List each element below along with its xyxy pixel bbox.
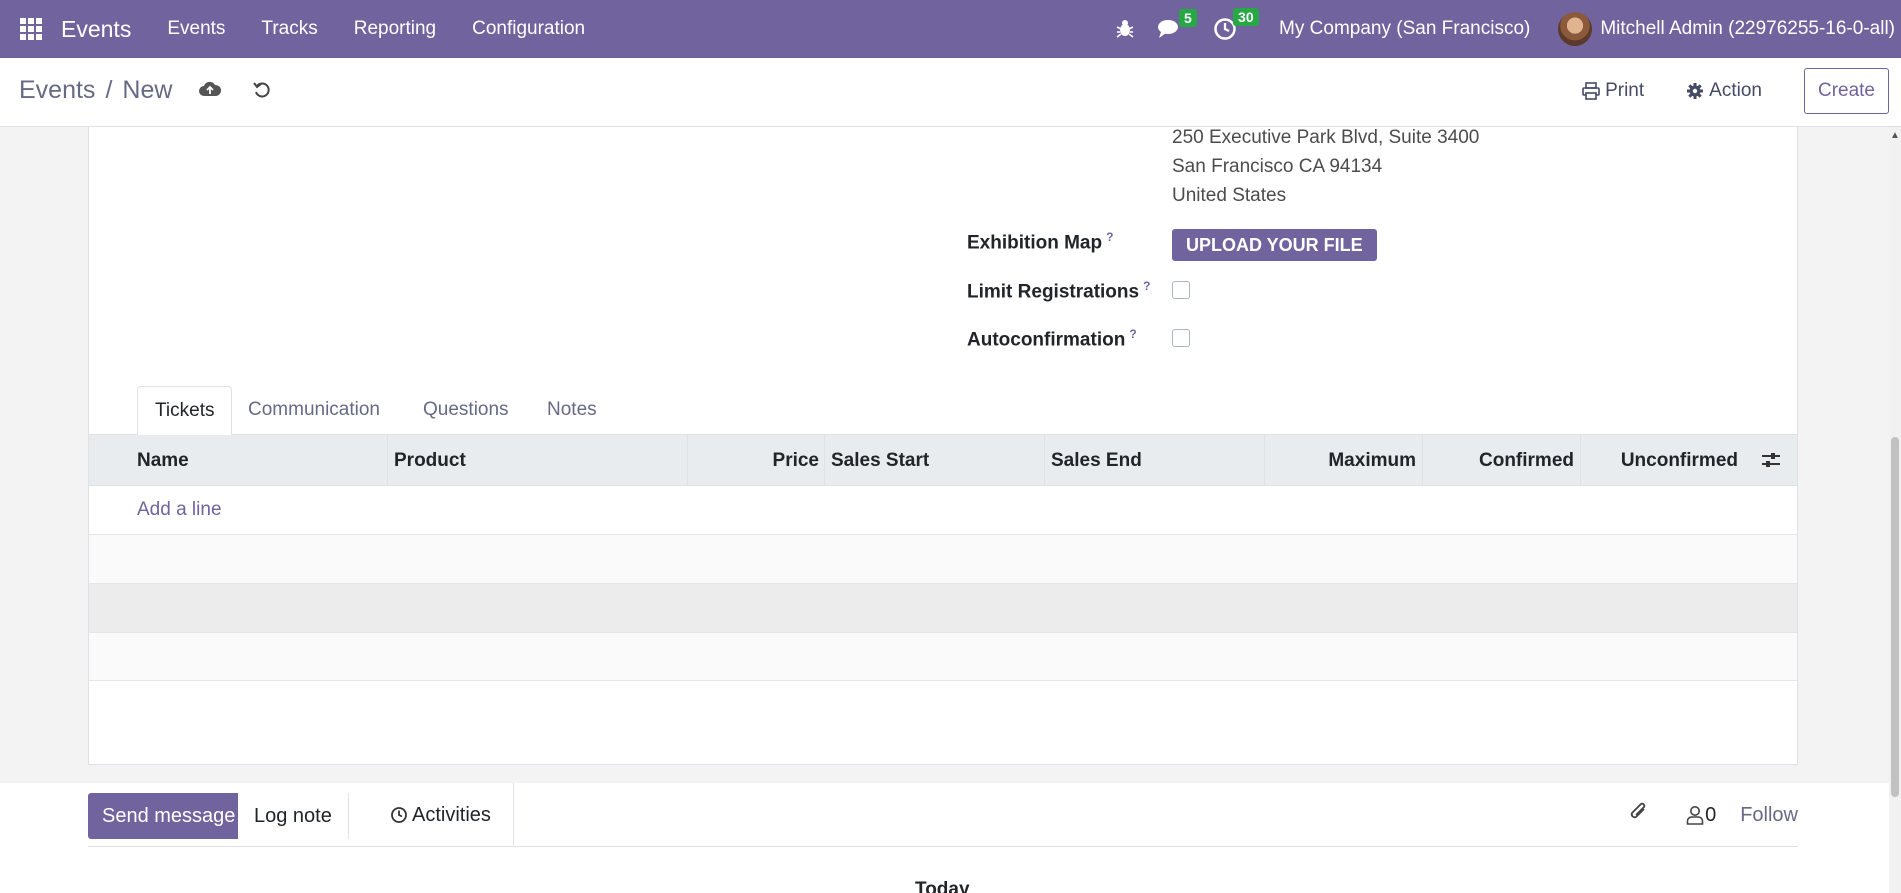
send-message-button[interactable]: Send message (88, 793, 250, 839)
table-row-add-line: Add a line (89, 487, 1797, 535)
column-sales-end[interactable]: Sales End (1044, 435, 1264, 486)
user-icon (1686, 806, 1704, 825)
tickets-table-header: Name Product Price Sales Start Sales End… (89, 435, 1797, 486)
scrollbar-thumb[interactable] (1891, 437, 1899, 797)
page-scrollbar[interactable]: ▲ (1889, 127, 1901, 893)
messages-count-badge: 5 (1179, 9, 1197, 27)
column-confirmed[interactable]: Confirmed (1422, 435, 1580, 486)
address-line-3: United States (1172, 185, 1287, 206)
activities-count-badge: 30 (1233, 8, 1259, 26)
table-row-empty (89, 584, 1797, 633)
chatter-topbar: Send message Log note Activities 0 Follo… (88, 783, 1798, 847)
help-tooltip-icon[interactable]: ? (1129, 327, 1136, 341)
log-note-button[interactable]: Log note (238, 793, 349, 839)
menu-reporting[interactable]: Reporting (354, 18, 436, 40)
top-navbar: Events Events Tracks Reporting Configura… (0, 0, 1901, 58)
breadcrumb-current: New (122, 76, 173, 104)
breadcrumb-separator: / (105, 76, 113, 104)
action-button[interactable]: Action (1686, 80, 1762, 102)
menu-configuration[interactable]: Configuration (472, 18, 585, 40)
address-line-2: San Francisco CA 94134 (1172, 156, 1383, 177)
breadcrumb: Events / New (19, 76, 172, 105)
optional-columns-toggle-icon[interactable] (1761, 451, 1781, 475)
limit-registrations-checkbox[interactable] (1172, 281, 1190, 299)
help-tooltip-icon[interactable]: ? (1106, 230, 1113, 244)
activities-button[interactable]: Activities (368, 783, 514, 847)
chatter: Send message Log note Activities 0 Follo… (0, 783, 1901, 893)
tab-tickets[interactable]: Tickets (137, 386, 233, 436)
tab-questions[interactable]: Questions (406, 386, 526, 435)
column-name[interactable]: Name (137, 435, 377, 486)
navbar-systray: 5 30 My Company (San Francisco) Mitchell… (1115, 0, 1901, 58)
notebook-tabs: Tickets Communication Questions Notes (89, 386, 1797, 436)
column-sales-start[interactable]: Sales Start (824, 435, 1044, 486)
scroll-up-arrow-icon[interactable]: ▲ (1890, 130, 1900, 141)
followers-button[interactable]: 0 (1686, 804, 1716, 827)
save-cloud-icon[interactable] (199, 80, 222, 104)
user-avatar[interactable] (1558, 12, 1593, 46)
app-menu-grid-icon[interactable] (20, 18, 42, 40)
discard-undo-icon[interactable] (253, 81, 271, 105)
column-maximum[interactable]: Maximum (1264, 435, 1422, 486)
menu-events[interactable]: Events (167, 18, 225, 40)
autoconfirmation-checkbox[interactable] (1172, 329, 1190, 347)
print-button[interactable]: Print (1582, 80, 1644, 102)
upload-file-button[interactable]: UPLOAD YOUR FILE (1172, 229, 1377, 261)
activities-clock-icon[interactable]: 30 (1213, 8, 1259, 41)
action-label: Action (1709, 80, 1762, 101)
activities-label: Activities (412, 803, 491, 826)
menu-tracks[interactable]: Tracks (261, 18, 317, 40)
column-price[interactable]: Price (687, 435, 824, 486)
chatter-right-tools: 0 Follow (1628, 783, 1798, 847)
print-icon (1582, 82, 1600, 100)
company-switcher[interactable]: My Company (San Francisco) (1279, 18, 1530, 40)
follow-button[interactable]: Follow (1740, 804, 1798, 827)
tab-notes[interactable]: Notes (530, 386, 614, 435)
breadcrumb-events-link[interactable]: Events (19, 76, 95, 105)
control-panel: Events / New Print Action Create (0, 58, 1901, 127)
debug-bug-icon[interactable] (1115, 19, 1135, 39)
gear-icon (1687, 83, 1704, 99)
print-label: Print (1605, 80, 1645, 101)
autoconfirmation-label: Autoconfirmation? (967, 327, 1137, 351)
attachment-paperclip-icon[interactable] (1628, 800, 1650, 830)
add-a-line-link[interactable]: Add a line (137, 499, 222, 521)
messages-icon[interactable]: 5 (1157, 9, 1197, 40)
today-date-separator: Today (915, 879, 970, 893)
create-button[interactable]: Create (1803, 68, 1889, 114)
clock-icon (391, 807, 407, 823)
tab-communication[interactable]: Communication (231, 386, 397, 435)
column-unconfirmed[interactable]: Unconfirmed (1580, 435, 1744, 486)
column-product[interactable]: Product (387, 435, 685, 486)
exhibition-map-label: Exhibition Map? (967, 230, 1114, 254)
followers-count: 0 (1705, 803, 1717, 826)
table-row-empty (89, 633, 1797, 681)
limit-registrations-label: Limit Registrations? (967, 279, 1151, 303)
user-menu[interactable]: Mitchell Admin (22976255-16-0-all) (1600, 18, 1895, 40)
help-tooltip-icon[interactable]: ? (1143, 279, 1150, 293)
control-panel-actions: Print Action Create (1582, 68, 1889, 114)
address-line-1: 250 Executive Park Blvd, Suite 3400 (1172, 127, 1480, 148)
table-row-empty (89, 535, 1797, 584)
app-name[interactable]: Events (61, 16, 131, 43)
form-sheet: 250 Executive Park Blvd, Suite 3400 San … (88, 127, 1798, 765)
